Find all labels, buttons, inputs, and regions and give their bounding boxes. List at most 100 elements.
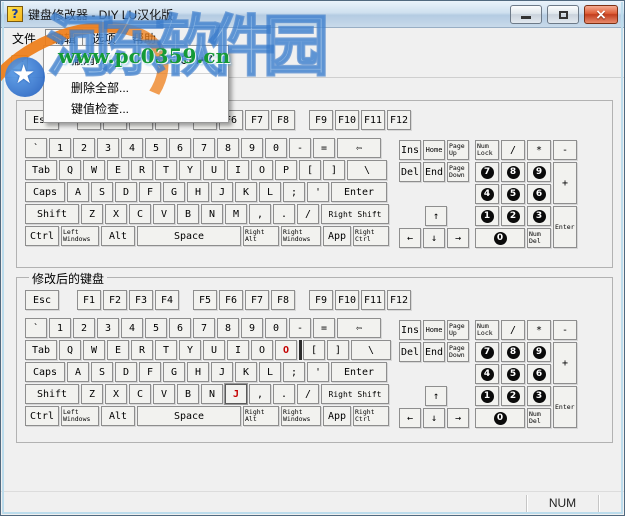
- key-f5[interactable]: F5: [193, 290, 217, 310]
- key-backspace[interactable]: ⇦: [337, 318, 381, 338]
- key-6[interactable]: 6: [169, 318, 191, 338]
- key-1[interactable]: 1: [49, 318, 71, 338]
- key-0[interactable]: 0: [265, 138, 287, 158]
- key-3[interactable]: 3: [97, 318, 119, 338]
- key-enter[interactable]: Enter: [331, 182, 387, 202]
- key-right-windows[interactable]: Right Windows: [281, 226, 321, 246]
- key-9[interactable]: 9: [527, 342, 551, 362]
- key-right-ctrl[interactable]: Right Ctrl: [353, 406, 389, 426]
- undo-toolbar-button[interactable]: ↶: [8, 51, 30, 73]
- key-arrow-up[interactable]: ↑: [425, 386, 447, 406]
- key-x[interactable]: X: [105, 204, 127, 224]
- key-u[interactable]: U: [203, 340, 225, 360]
- key-2[interactable]: 2: [73, 318, 95, 338]
- key-f9[interactable]: F9: [309, 110, 333, 130]
- key-8[interactable]: 8: [217, 138, 239, 158]
- key-comma[interactable]: ,: [249, 204, 271, 224]
- key-7[interactable]: 7: [193, 318, 215, 338]
- key-1[interactable]: 1: [49, 138, 71, 158]
- key-f6[interactable]: F6: [219, 290, 243, 310]
- key-ins[interactable]: Ins: [399, 320, 421, 340]
- key-5[interactable]: 5: [501, 364, 525, 384]
- key-4[interactable]: 4: [475, 184, 499, 204]
- key-r[interactable]: R: [131, 160, 153, 180]
- key-5[interactable]: 5: [501, 184, 525, 204]
- key-bracket-left[interactable]: [: [299, 160, 321, 180]
- key-ins[interactable]: Ins: [399, 140, 421, 160]
- key-2[interactable]: 2: [501, 386, 525, 406]
- key-page-up[interactable]: Page Up: [447, 140, 469, 160]
- key-j[interactable]: J: [225, 384, 247, 404]
- key-f2[interactable]: F2: [103, 290, 127, 310]
- key-equals[interactable]: =: [313, 318, 335, 338]
- key-e[interactable]: E: [107, 340, 129, 360]
- key-f9[interactable]: F9: [309, 290, 333, 310]
- key-a[interactable]: A: [67, 362, 89, 382]
- key-0[interactable]: 0: [475, 408, 525, 428]
- key-bracket-right[interactable]: ]: [323, 160, 345, 180]
- key-6[interactable]: 6: [527, 184, 551, 204]
- close-button[interactable]: ×: [584, 5, 618, 24]
- key-0[interactable]: 0: [265, 318, 287, 338]
- key-alt[interactable]: Alt: [101, 226, 135, 246]
- key-f3[interactable]: F3: [129, 290, 153, 310]
- key-c[interactable]: C: [129, 384, 151, 404]
- key-app[interactable]: App: [323, 226, 351, 246]
- key-r[interactable]: R: [131, 340, 153, 360]
- key-ctrl[interactable]: Ctrl: [25, 406, 59, 426]
- key-enter[interactable]: Enter: [553, 206, 577, 248]
- key-g[interactable]: G: [163, 182, 185, 202]
- key-i[interactable]: I: [227, 160, 249, 180]
- key-i[interactable]: I: [227, 340, 249, 360]
- key-space[interactable]: Space: [137, 226, 241, 246]
- key-e[interactable]: E: [107, 160, 129, 180]
- key-right-ctrl[interactable]: Right Ctrl: [353, 226, 389, 246]
- key-arrow-down[interactable]: ↓: [423, 408, 445, 428]
- key-8[interactable]: 8: [217, 318, 239, 338]
- key-end[interactable]: End: [423, 342, 445, 362]
- key-right-alt[interactable]: Right Alt: [243, 406, 279, 426]
- key-5[interactable]: 5: [145, 138, 167, 158]
- key-7[interactable]: 7: [475, 162, 499, 182]
- dropdown-item[interactable]: 键值检查...: [45, 98, 227, 119]
- key-w[interactable]: W: [83, 160, 105, 180]
- key-arrow-right[interactable]: →: [447, 228, 469, 248]
- key-s[interactable]: S: [91, 362, 113, 382]
- key-y[interactable]: Y: [179, 160, 201, 180]
- key-7[interactable]: 7: [193, 138, 215, 158]
- key-space[interactable]: Space: [137, 406, 241, 426]
- menu-item-0[interactable]: 文件: [5, 29, 43, 48]
- key-home[interactable]: Home: [423, 140, 445, 160]
- key-6[interactable]: 6: [527, 364, 551, 384]
- key-f1[interactable]: F1: [77, 290, 101, 310]
- key-shift[interactable]: Shift: [25, 204, 79, 224]
- key-f10[interactable]: F10: [335, 110, 359, 130]
- key-z[interactable]: Z: [81, 384, 103, 404]
- key-f8[interactable]: F8: [271, 110, 295, 130]
- key-left-windows[interactable]: Left Windows: [61, 226, 99, 246]
- key-bracket-right[interactable]: ]: [327, 340, 349, 360]
- key-alt[interactable]: Alt: [101, 406, 135, 426]
- key-9[interactable]: 9: [241, 138, 263, 158]
- key-shift[interactable]: Shift: [25, 384, 79, 404]
- key-o[interactable]: O: [251, 160, 273, 180]
- key-x[interactable]: X: [105, 384, 127, 404]
- key-arrow-left[interactable]: ←: [399, 228, 421, 248]
- key-right-alt[interactable]: Right Alt: [243, 226, 279, 246]
- key-8[interactable]: 8: [501, 162, 525, 182]
- key-left-windows[interactable]: Left Windows: [61, 406, 99, 426]
- key-bracket-left[interactable]: [: [303, 340, 325, 360]
- key-t[interactable]: T: [155, 340, 177, 360]
- key-g[interactable]: G: [163, 362, 185, 382]
- key-asterisk[interactable]: *: [527, 320, 551, 340]
- key-5[interactable]: 5: [145, 318, 167, 338]
- key-4[interactable]: 4: [121, 138, 143, 158]
- key-minus[interactable]: -: [289, 138, 311, 158]
- key-comma[interactable]: ,: [249, 384, 271, 404]
- key-semicolon[interactable]: ;: [283, 182, 305, 202]
- key-slash[interactable]: /: [297, 204, 319, 224]
- key-f10[interactable]: F10: [335, 290, 359, 310]
- key-s[interactable]: S: [91, 182, 113, 202]
- key-3[interactable]: 3: [97, 138, 119, 158]
- key-f7[interactable]: F7: [245, 110, 269, 130]
